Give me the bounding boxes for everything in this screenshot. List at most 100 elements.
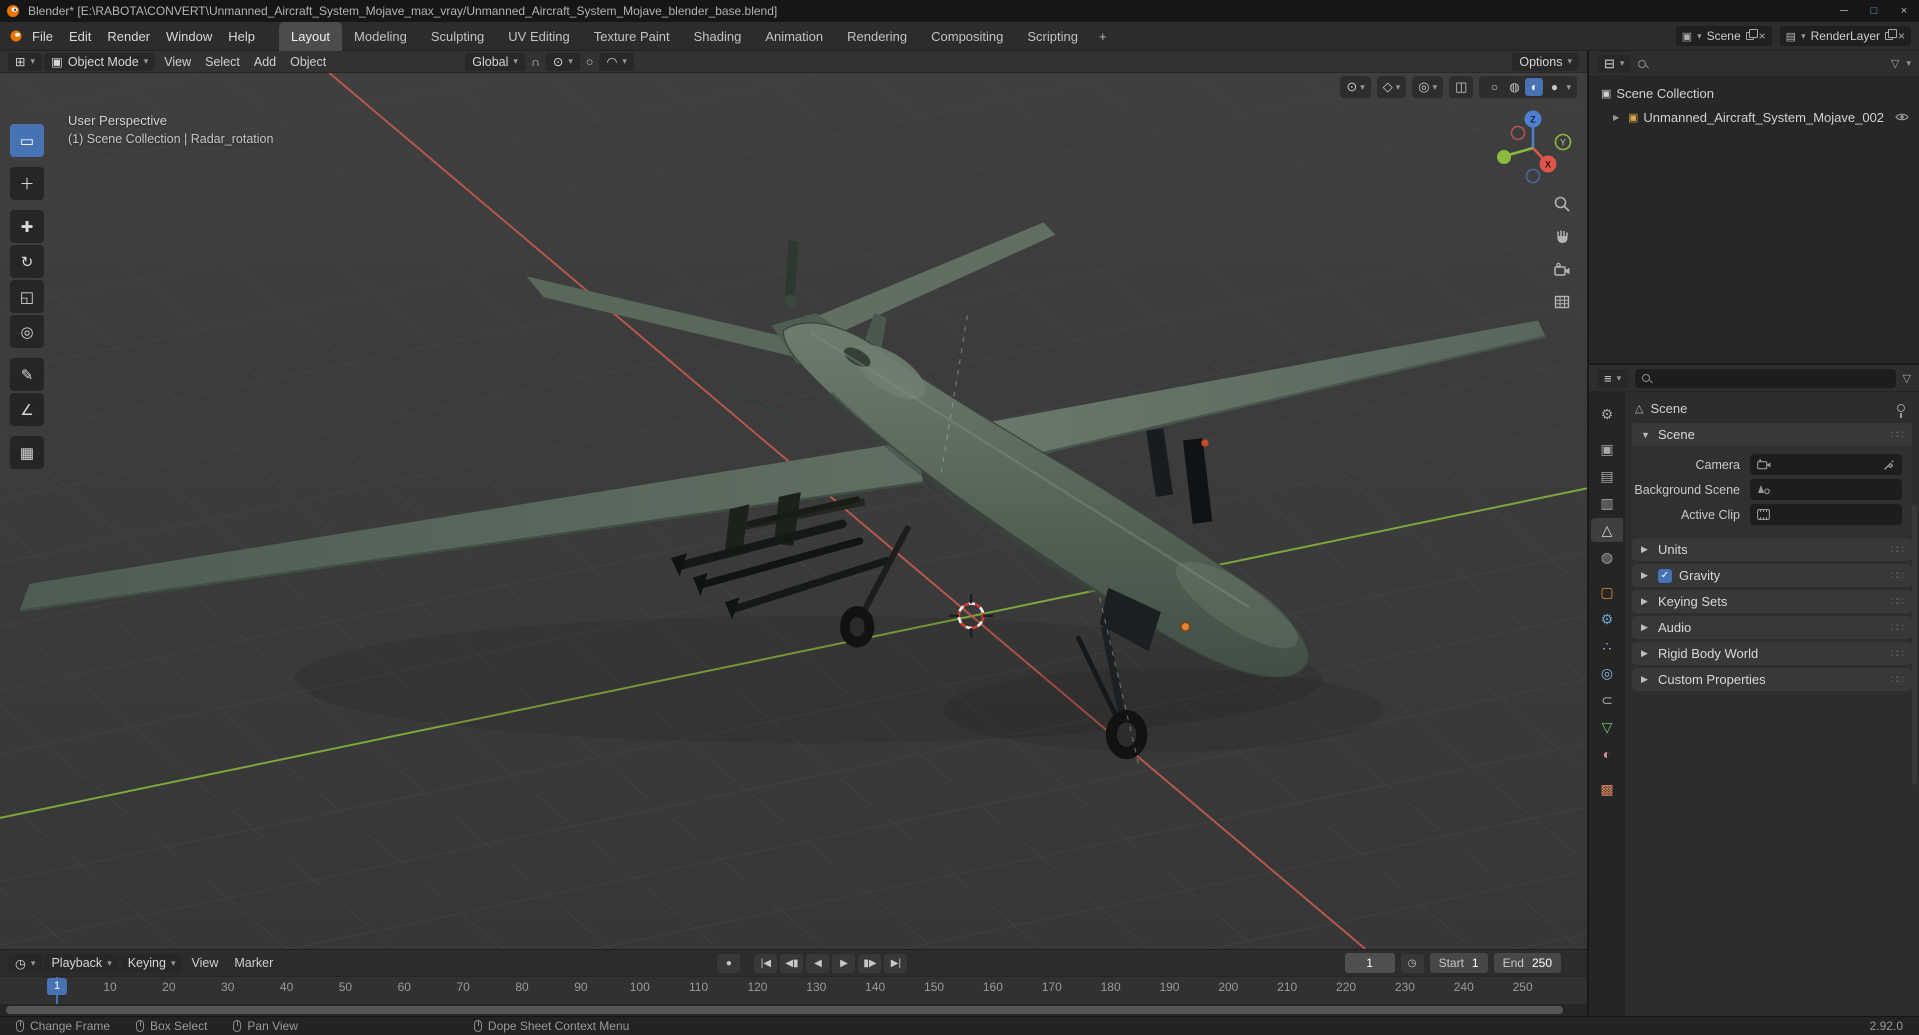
topbar-menu-item[interactable]: Help [220, 22, 263, 51]
workspace-tab[interactable]: Texture Paint [582, 22, 682, 51]
toggle-ortho-button[interactable] [1549, 289, 1575, 315]
tool-button-annotate[interactable]: ✎ [10, 358, 44, 391]
properties-search-input[interactable] [1656, 371, 1889, 385]
gravity-checkbox[interactable]: ✓ [1658, 568, 1672, 583]
properties-tab-output[interactable]: ▤ [1591, 464, 1623, 488]
tool-button-transform[interactable]: ◎ [10, 315, 44, 348]
properties-search[interactable] [1635, 368, 1896, 388]
outliner-filter-icon[interactable]: ▽ [1891, 57, 1899, 70]
hide-in-viewport-toggle[interactable] [1895, 110, 1909, 125]
properties-scrollbar[interactable] [1912, 505, 1917, 785]
timeline-ruler[interactable]: 1 10 20 30 40 50 60 70 80 90 100 110 120 130 140 150 16… [0, 976, 1587, 1004]
workspace-tab[interactable]: Scripting [1015, 22, 1090, 51]
unlink-scene-icon[interactable]: × [1759, 29, 1766, 43]
properties-filter-icon[interactable]: ▽ [1903, 372, 1911, 385]
mode-dropdown[interactable]: ▣ Object Mode ▾ [44, 52, 156, 71]
timeline-view-menu[interactable]: View [184, 956, 225, 970]
options-dropdown[interactable]: Options ▾ [1512, 52, 1579, 71]
properties-tab-world[interactable]: ◍ [1591, 545, 1623, 569]
navigation-gizmo[interactable]: Z X Y [1487, 102, 1579, 194]
drag-handle-icon[interactable]: ∷∷ [1891, 647, 1904, 660]
camera-view-button[interactable] [1549, 257, 1575, 283]
workspace-tab[interactable]: Shading [682, 22, 754, 51]
shading-mode-button-rendered[interactable]: ● [1545, 78, 1563, 96]
auto-keying-button[interactable]: ● [717, 953, 741, 973]
panel-header[interactable]: ▶ Rigid Body World ∷∷ [1632, 642, 1912, 665]
workspace-tab[interactable]: Rendering [835, 22, 919, 51]
workspace-tab[interactable]: Sculpting [419, 22, 496, 51]
tool-button-measure[interactable]: ∠ [10, 393, 44, 426]
snap-magnet-icon[interactable]: ∩ [531, 55, 540, 69]
properties-tab-object-data[interactable]: ▽ [1591, 715, 1623, 739]
outliner-row-scene-collection[interactable]: ▣ Scene Collection [1589, 81, 1919, 105]
minimize-button[interactable]: ─ [1829, 0, 1859, 22]
properties-editor-type-button[interactable]: ≡ ▾ [1597, 369, 1629, 387]
playback-button-prev-keyframe[interactable]: ◀▮ [780, 953, 804, 973]
tool-button-cursor[interactable]: ＋ [10, 167, 44, 200]
scene-collection-label[interactable]: Scene Collection [1616, 86, 1714, 101]
workspace-tab[interactable]: Layout [279, 21, 343, 51]
snap-target-dropdown[interactable]: ⊙ ▾ [545, 52, 580, 71]
keying-dropdown[interactable]: Keying ▾ [120, 954, 183, 972]
show-gizmo-dropdown[interactable]: ◇ ▾ [1376, 76, 1407, 98]
object-name-label[interactable]: Unmanned_Aircraft_System_Mojave_002 [1643, 110, 1884, 125]
timeline-editor-type-button[interactable]: ◷ ▾ [8, 954, 43, 972]
add-workspace-button[interactable]: + [1090, 22, 1116, 51]
properties-tab-render[interactable]: ▣ [1591, 437, 1623, 461]
tool-button-rotate[interactable]: ↻ [10, 245, 44, 278]
topbar-menu-item[interactable]: Edit [61, 22, 99, 51]
properties-tab-particles[interactable]: ∴ [1591, 634, 1623, 658]
maximize-button[interactable]: □ [1859, 0, 1889, 22]
current-frame-field[interactable]: 1 [1344, 953, 1395, 973]
drag-handle-icon[interactable]: ∷∷ [1891, 428, 1904, 441]
end-frame-field[interactable]: End 250 [1493, 953, 1561, 973]
new-view-layer-icon[interactable] [1884, 29, 1897, 40]
proportional-editing-icon[interactable]: ○ [586, 55, 594, 69]
playback-button-jump-to-end[interactable]: ▶| [884, 953, 908, 973]
eyedropper-icon[interactable] [1883, 459, 1895, 471]
topbar-menu-item[interactable]: File [24, 22, 61, 51]
editor-type-button[interactable]: ⊞ ▾ [8, 52, 43, 71]
start-frame-field[interactable]: Start 1 [1429, 953, 1488, 973]
camera-field[interactable] [1750, 454, 1902, 475]
workspace-tab[interactable]: Compositing [919, 22, 1015, 51]
workspace-tab[interactable]: Modeling [342, 22, 419, 51]
panel-header[interactable]: ▶ Units ∷∷ [1632, 538, 1912, 561]
timeline-scrollbar[interactable] [0, 1004, 1587, 1016]
view-layer-caret[interactable]: ▾ [1801, 31, 1806, 42]
pan-button[interactable] [1549, 223, 1575, 249]
tool-button-move[interactable]: ✚ [10, 210, 44, 243]
playhead-badge[interactable]: 1 [46, 978, 68, 995]
titlebar[interactable]: Blender* [E:\RABOTA\CONVERT\Unmanned_Air… [0, 0, 1919, 22]
active-clip-field[interactable] [1750, 504, 1902, 525]
shading-dropdown-caret[interactable]: ▾ [1566, 82, 1571, 93]
workspace-tab[interactable]: UV Editing [496, 22, 581, 51]
outliner-row-object[interactable]: ▶ ▣ Unmanned_Aircraft_System_Mojave_002 [1589, 105, 1919, 129]
viewport-menu-item[interactable]: Object [283, 55, 333, 69]
properties-tab-material[interactable]: ◐ [1591, 742, 1623, 766]
shading-mode-button-material-preview[interactable]: ◐ [1525, 78, 1544, 96]
drag-handle-icon[interactable]: ∷∷ [1891, 569, 1904, 582]
workspace-tab[interactable]: Animation [753, 22, 835, 51]
playback-button-play[interactable]: ▶ [832, 953, 856, 973]
viewport-menu-item[interactable]: Add [247, 55, 283, 69]
playback-button-play-reverse[interactable]: ◀ [806, 953, 830, 973]
object-visibility-dropdown[interactable]: ⊙ ▾ [1340, 76, 1371, 98]
properties-tab-texture[interactable]: ▩ [1591, 777, 1623, 801]
drag-handle-icon[interactable]: ∷∷ [1891, 543, 1904, 556]
panel-header[interactable]: ▶ ✓ Gravity ∷∷ [1632, 564, 1912, 587]
blender-menu-icon[interactable] [8, 29, 24, 43]
panel-header[interactable]: ▶ Audio ∷∷ [1632, 616, 1912, 639]
viewport-menu-item[interactable]: View [157, 55, 198, 69]
scene-name[interactable]: Scene [1707, 29, 1741, 43]
scene-selector[interactable]: ▣ ▾ Scene × [1675, 26, 1772, 46]
viewport-canvas[interactable] [0, 73, 1587, 949]
drag-handle-icon[interactable]: ∷∷ [1891, 595, 1904, 608]
outliner-editor-type-button[interactable]: ⊟ ▾ [1597, 54, 1632, 73]
drag-handle-icon[interactable]: ∷∷ [1891, 621, 1904, 634]
transform-orientation-dropdown[interactable]: Global ▾ [465, 52, 525, 71]
shading-mode-button-wireframe[interactable]: ○ [1485, 78, 1503, 96]
viewport-menu-item[interactable]: Select [198, 55, 247, 69]
properties-tab-modifiers[interactable]: ⚙ [1591, 607, 1623, 631]
remove-view-layer-icon[interactable]: × [1898, 29, 1905, 43]
